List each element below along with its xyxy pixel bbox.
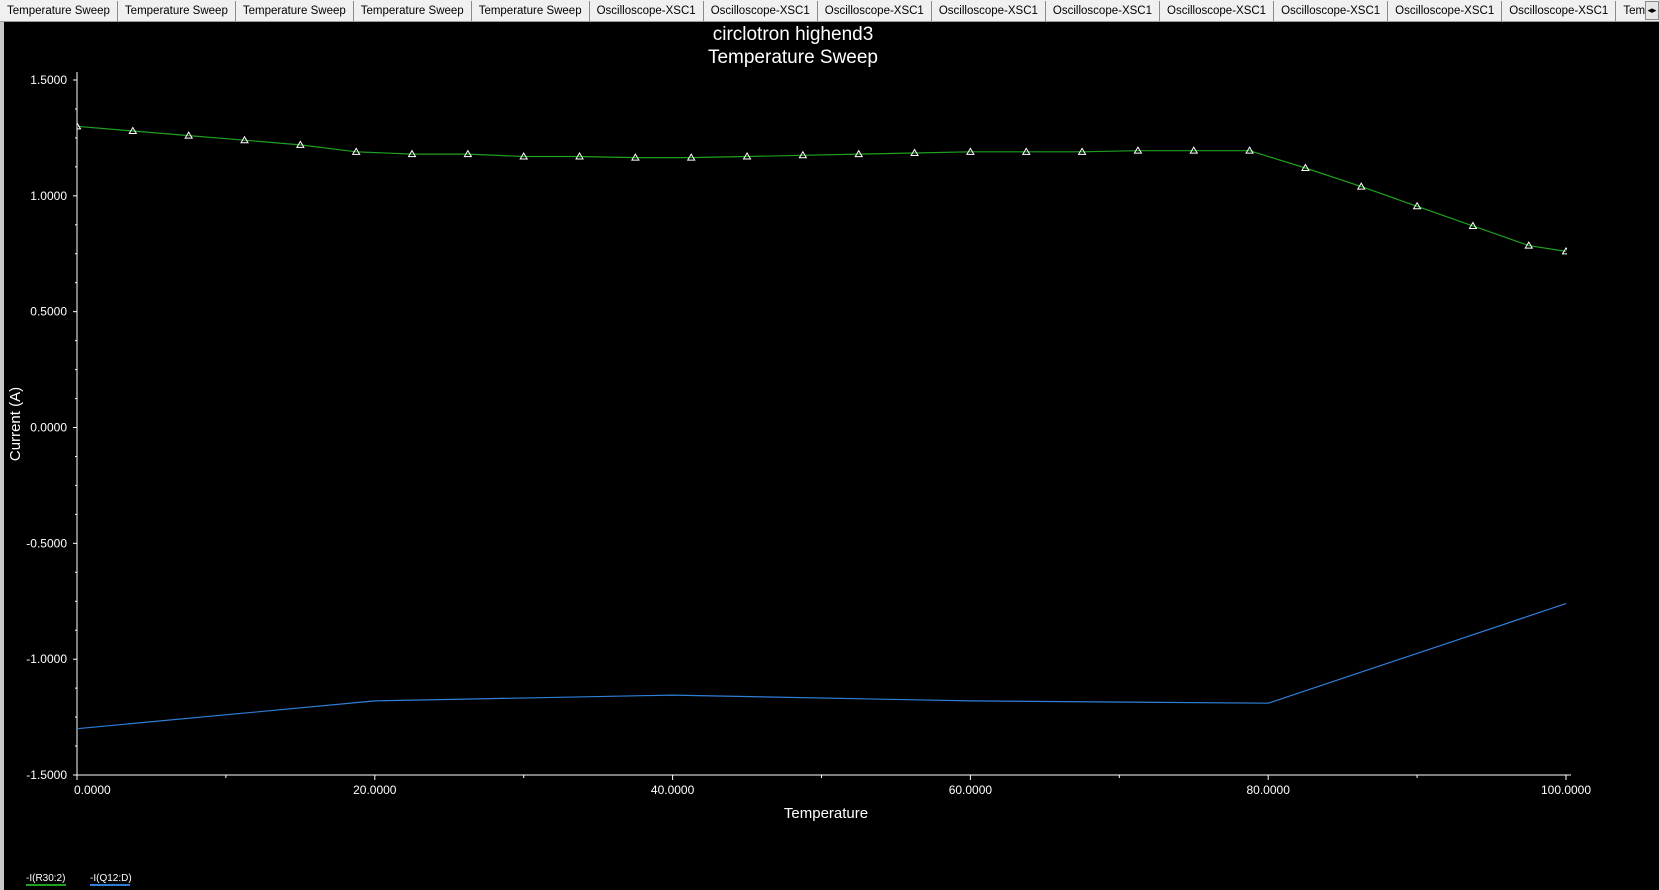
tab-11[interactable]: Oscilloscope-XSC1 <box>1274 1 1389 21</box>
tab-bar: Temperature Sweep Temperature Sweep Temper… <box>0 0 1659 22</box>
y-tick-label: 1.0000 <box>30 189 67 203</box>
tab-1[interactable]: Temperature Sweep <box>117 1 236 21</box>
chart-title: circlotron highend3 <box>713 24 874 45</box>
tab-5[interactable]: Oscilloscope-XSC1 <box>589 1 704 21</box>
y-tick-label: 0.0000 <box>30 421 67 435</box>
tab-scroll-arrows[interactable]: ◂▸ <box>1645 1 1659 20</box>
legend-swatch-1 <box>90 884 130 886</box>
x-tick-label: 100.0000 <box>1541 783 1591 797</box>
tab-10[interactable]: Oscilloscope-XSC1 <box>1160 1 1275 21</box>
chart-subtitle: Temperature Sweep <box>708 47 878 68</box>
legend-item-0: -I(R30:2) <box>26 873 66 884</box>
y-axis-label: Current (A) <box>7 387 24 461</box>
tab-8[interactable]: Oscilloscope-XSC1 <box>931 1 1046 21</box>
x-tick-label: 60.0000 <box>949 783 993 797</box>
y-tick-label: -1.0000 <box>26 652 67 666</box>
x-tick-label: 40.0000 <box>651 783 695 797</box>
tab-9[interactable]: Oscilloscope-XSC1 <box>1045 1 1160 21</box>
series-line-1 <box>77 603 1567 730</box>
x-tick-label: 20.0000 <box>353 783 397 797</box>
legend-item-1: -I(Q12:D) <box>90 873 132 884</box>
y-tick-label: 1.5000 <box>30 73 67 87</box>
chart-area[interactable]: circlotron highend3Temperature Sweep 1.50… <box>0 22 1659 890</box>
tab-0[interactable]: Temperature Sweep <box>0 1 118 21</box>
tab-6[interactable]: Oscilloscope-XSC1 <box>703 1 818 21</box>
series-0 <box>77 121 1567 255</box>
tab-4[interactable]: Temperature Sweep <box>471 1 590 21</box>
tab-7[interactable]: Oscilloscope-XSC1 <box>817 1 932 21</box>
legend: -I(R30:2) -I(Q12:D) <box>10 864 170 886</box>
tab-13[interactable]: Oscilloscope-XSC1 <box>1502 1 1617 21</box>
y-tick-label: -1.5000 <box>26 768 67 782</box>
y-tick-label: -0.5000 <box>26 536 67 550</box>
tab-3[interactable]: Temperature Sweep <box>353 1 472 21</box>
y-tick-label: 0.5000 <box>30 305 67 319</box>
legend-swatch-0 <box>26 884 66 886</box>
x-tick-label: 80.0000 <box>1247 783 1291 797</box>
x-tick-label: 0.0000 <box>74 783 111 797</box>
x-axis-label: Temperature <box>784 805 868 822</box>
tab-12[interactable]: Oscilloscope-XSC1 <box>1388 1 1503 21</box>
series-line-0 <box>77 125 1567 252</box>
series-1 <box>77 603 1567 730</box>
tab-2[interactable]: Temperature Sweep <box>235 1 354 21</box>
